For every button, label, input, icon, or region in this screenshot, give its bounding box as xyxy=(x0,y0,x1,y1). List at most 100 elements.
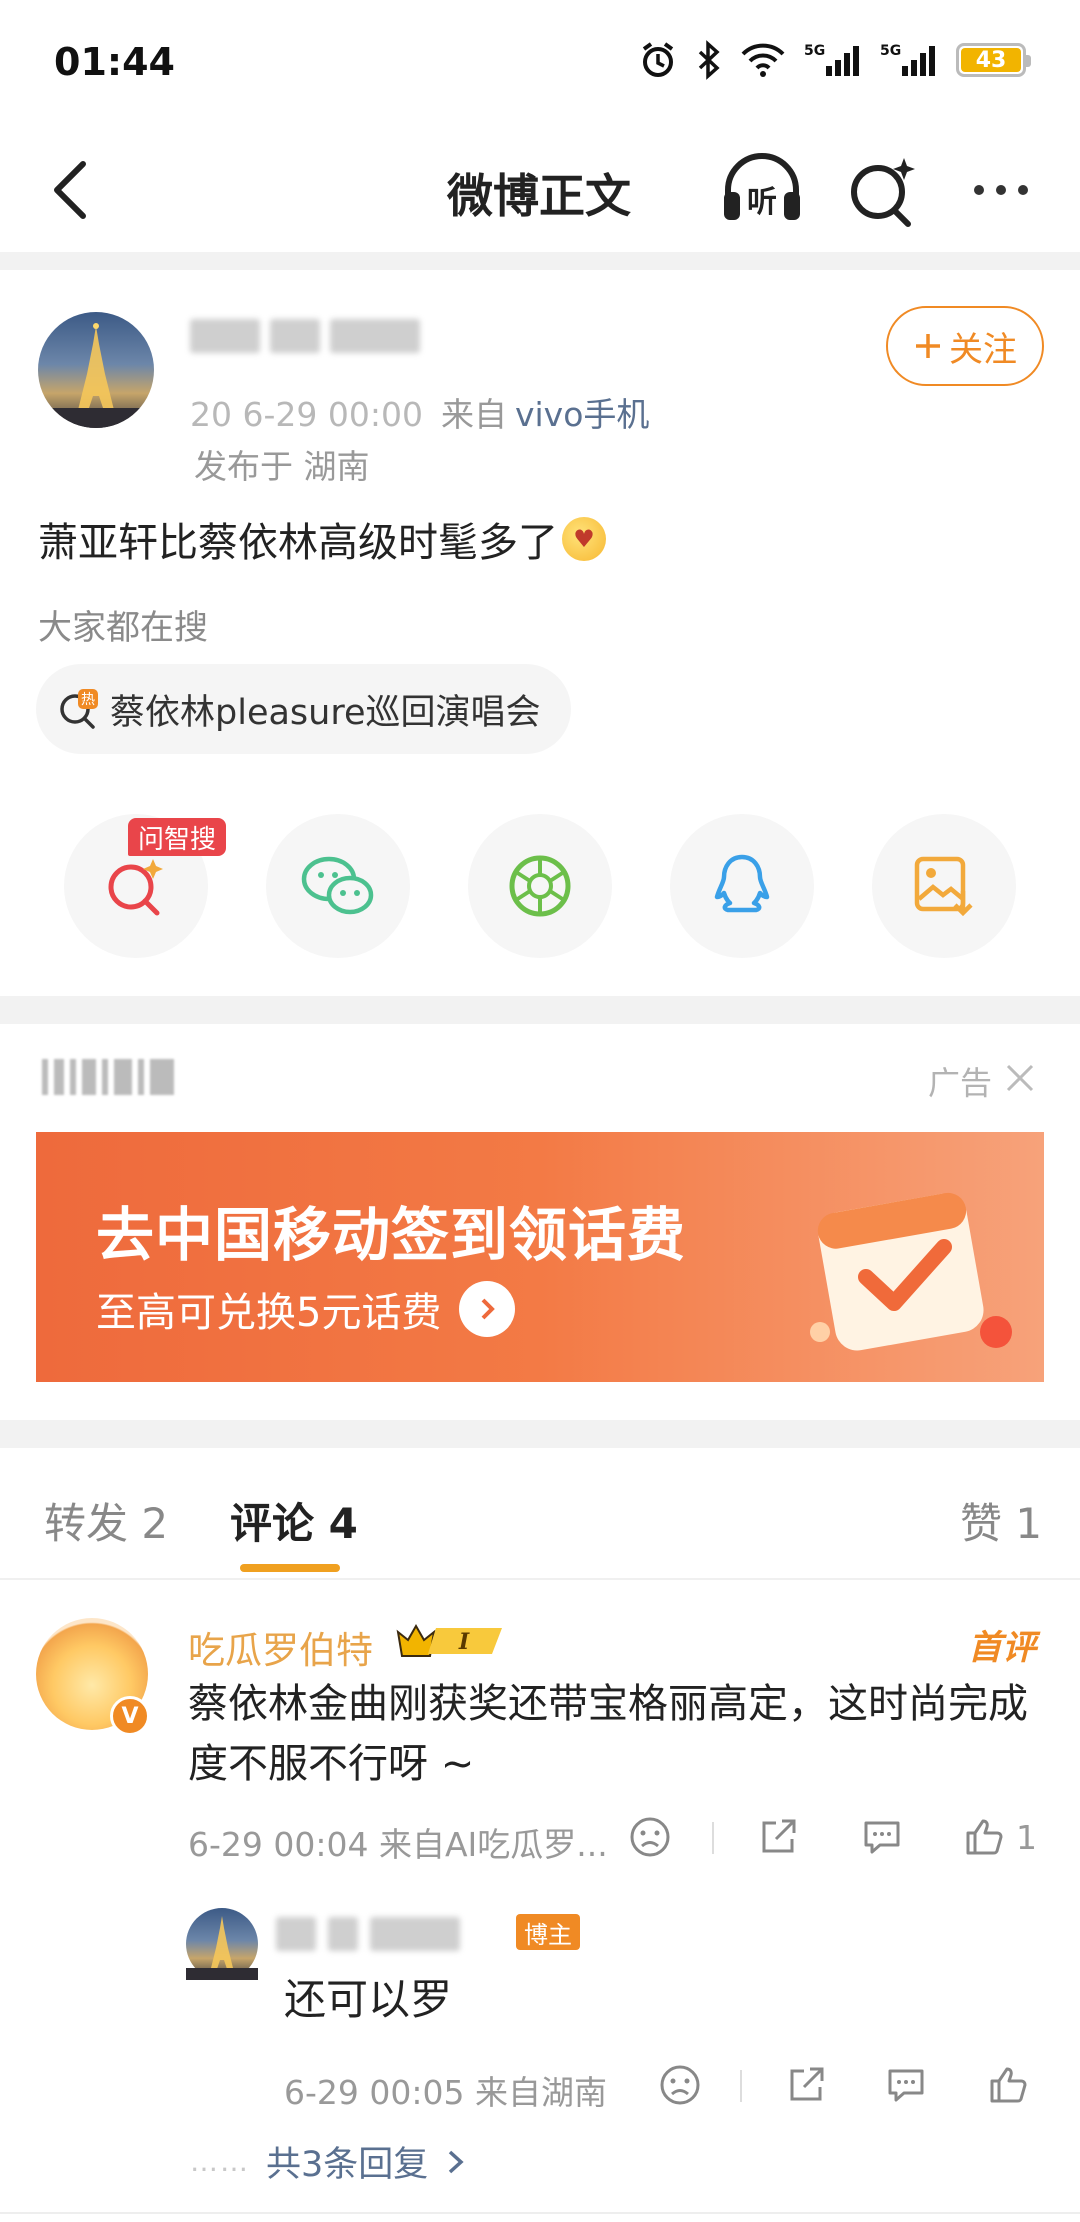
bluetooth-icon xyxy=(696,38,722,82)
more-dots: …… xyxy=(190,2145,250,2178)
follow-label: 关注 xyxy=(949,329,1017,370)
hot-search-chip[interactable]: 热 蔡依林pleasure巡回演唱会 xyxy=(36,664,571,754)
listen-button[interactable]: 听 xyxy=(718,150,806,230)
share-reply-button[interactable] xyxy=(784,2060,828,2110)
ai-search-button[interactable] xyxy=(846,150,918,230)
reply-author-avatar[interactable] xyxy=(186,1908,258,1980)
battery-level: 43 xyxy=(961,48,1021,73)
qq-icon xyxy=(714,854,770,913)
commenter-name[interactable]: 吃瓜罗伯特 xyxy=(188,1620,373,1674)
like-button[interactable] xyxy=(986,2060,1030,2110)
tab-likes[interactable]: 赞 1 xyxy=(960,1490,1042,1551)
close-icon xyxy=(1006,1064,1034,1092)
comment-icon xyxy=(864,1821,900,1854)
divider xyxy=(740,2070,742,2102)
blurred-name xyxy=(276,1917,316,1951)
reply-item: 博主 还可以罗 6-29 00:05 来自湖南 …… 共3条回复 xyxy=(0,1900,1080,2200)
status-bar: 01:44 5G 5G 43 xyxy=(0,0,1080,130)
author-badge: 博主 xyxy=(516,1914,580,1950)
svg-text:听: 听 xyxy=(747,185,777,220)
save-image-icon xyxy=(914,856,973,917)
divider xyxy=(712,1822,714,1854)
author-name[interactable] xyxy=(190,316,470,356)
blurred-name xyxy=(330,319,420,353)
divider xyxy=(0,252,1080,270)
top-nav-bar: 微博正文 听 xyxy=(0,130,1080,250)
post-text: 萧亚轩比蔡依林高级时髦多了 xyxy=(38,520,558,566)
view-more-replies[interactable]: …… 共3条回复 xyxy=(190,2136,468,2187)
crown-level-icon: I xyxy=(396,1623,502,1657)
interaction-tabs: 转发 2 评论 4 赞 1 xyxy=(0,1450,1080,1580)
ad-advertiser-name xyxy=(42,1056,202,1098)
signal-icon-2: 5G xyxy=(880,38,938,82)
comment-icon xyxy=(888,2069,924,2102)
verified-badge: V xyxy=(110,1696,150,1736)
ad-label: 广告 xyxy=(927,1064,992,1102)
ai-search-icon xyxy=(108,859,163,916)
ad-subtitle: 至高可兑换5元话费 xyxy=(96,1290,442,1336)
divider xyxy=(0,2212,1080,2214)
status-time: 01:44 xyxy=(54,40,175,84)
alarm-icon xyxy=(638,38,678,82)
more-icon xyxy=(974,185,984,195)
ad-title: 去中国移动签到领话费 xyxy=(96,1201,687,1269)
moments-share-button[interactable] xyxy=(468,814,612,958)
tab-comments[interactable]: 评论 4 xyxy=(230,1490,358,1551)
ad-subtitle-row: 至高可兑换5元话费 xyxy=(96,1280,516,1338)
ad-section: 广告 去中国移动签到领话费 至高可兑换5元话费 xyxy=(0,1024,1080,1424)
hot-search-label: 蔡依林pleasure巡回演唱会 xyxy=(110,692,541,733)
post-location: 发布于 湖南 xyxy=(194,447,370,486)
post-device[interactable]: vivo手机 xyxy=(515,395,649,434)
wifi-icon xyxy=(740,38,786,82)
ad-banner[interactable]: 去中国移动签到领话费 至高可兑换5元话费 xyxy=(36,1132,1044,1382)
post-source-label: 来自 xyxy=(440,395,507,434)
more-icon-dot xyxy=(996,185,1006,195)
share-comment-button[interactable] xyxy=(756,1812,800,1862)
share-icon xyxy=(790,2067,824,2101)
chevron-right-icon xyxy=(449,2150,464,2173)
follow-button[interactable]: 关注 xyxy=(886,306,1044,386)
post-header: 20 6-29 00:00 来自 vivo手机 发布于 湖南 关注 xyxy=(0,270,1080,490)
emoji-icon: ♥ xyxy=(562,517,606,561)
dislike-button[interactable] xyxy=(628,1812,672,1862)
dislike-button[interactable] xyxy=(658,2060,702,2110)
reply-meta: 6-29 00:05 来自湖南 xyxy=(284,2073,607,2112)
reply-to-reply-button[interactable] xyxy=(884,2060,928,2110)
active-tab-indicator xyxy=(240,1564,340,1572)
calendar-check-icon xyxy=(810,1192,1012,1351)
comment-meta: 6-29 00:04 来自AI吃瓜罗... xyxy=(188,1825,608,1864)
wechat-share-button[interactable] xyxy=(266,814,410,958)
battery-icon: 43 xyxy=(956,43,1031,77)
author-avatar[interactable] xyxy=(38,312,154,428)
reply-text: 还可以罗 xyxy=(284,1975,453,2024)
share-icon xyxy=(762,1819,796,1853)
blurred-name xyxy=(270,319,320,353)
tab-repost[interactable]: 转发 2 xyxy=(44,1490,168,1551)
blurred-name xyxy=(370,1917,460,1951)
more-button[interactable] xyxy=(960,150,1042,230)
more-icon-dot xyxy=(1018,185,1028,195)
like-button[interactable]: 1 xyxy=(962,1812,1037,1862)
sad-face-icon xyxy=(630,1817,670,1857)
page-title: 微博正文 xyxy=(447,169,631,223)
more-replies-label: 共3条回复 xyxy=(266,2145,429,2185)
comment-actions: 1 xyxy=(620,1812,1050,1862)
reply-author-name[interactable] xyxy=(276,1914,526,1954)
wechat-icon xyxy=(301,856,374,915)
post-content: 萧亚轩比蔡依林高级时髦多了 ♥ xyxy=(38,510,606,568)
svg-text:I: I xyxy=(458,1629,470,1655)
signal-icon: 5G xyxy=(804,38,862,82)
reply-button[interactable] xyxy=(860,1812,904,1862)
search-hint-label: 大家都在搜 xyxy=(38,608,208,648)
listen-icon: 听 xyxy=(724,153,800,220)
save-image-share-button[interactable] xyxy=(872,814,1016,958)
divider xyxy=(0,996,1080,1024)
arrow-right-icon xyxy=(459,1281,516,1337)
plus-icon xyxy=(916,334,940,358)
qq-share-button[interactable] xyxy=(670,814,814,958)
ad-close-button[interactable] xyxy=(1000,1058,1040,1098)
comment-text: 蔡依林金曲刚获奖还带宝格丽高定，这时尚完成度不服不行呀 ~ xyxy=(188,1681,1028,1787)
eiffel-tower-image xyxy=(186,1916,258,1980)
post-date: 20 6-29 00:00 xyxy=(190,395,423,434)
svg-text:5G: 5G xyxy=(804,43,825,59)
